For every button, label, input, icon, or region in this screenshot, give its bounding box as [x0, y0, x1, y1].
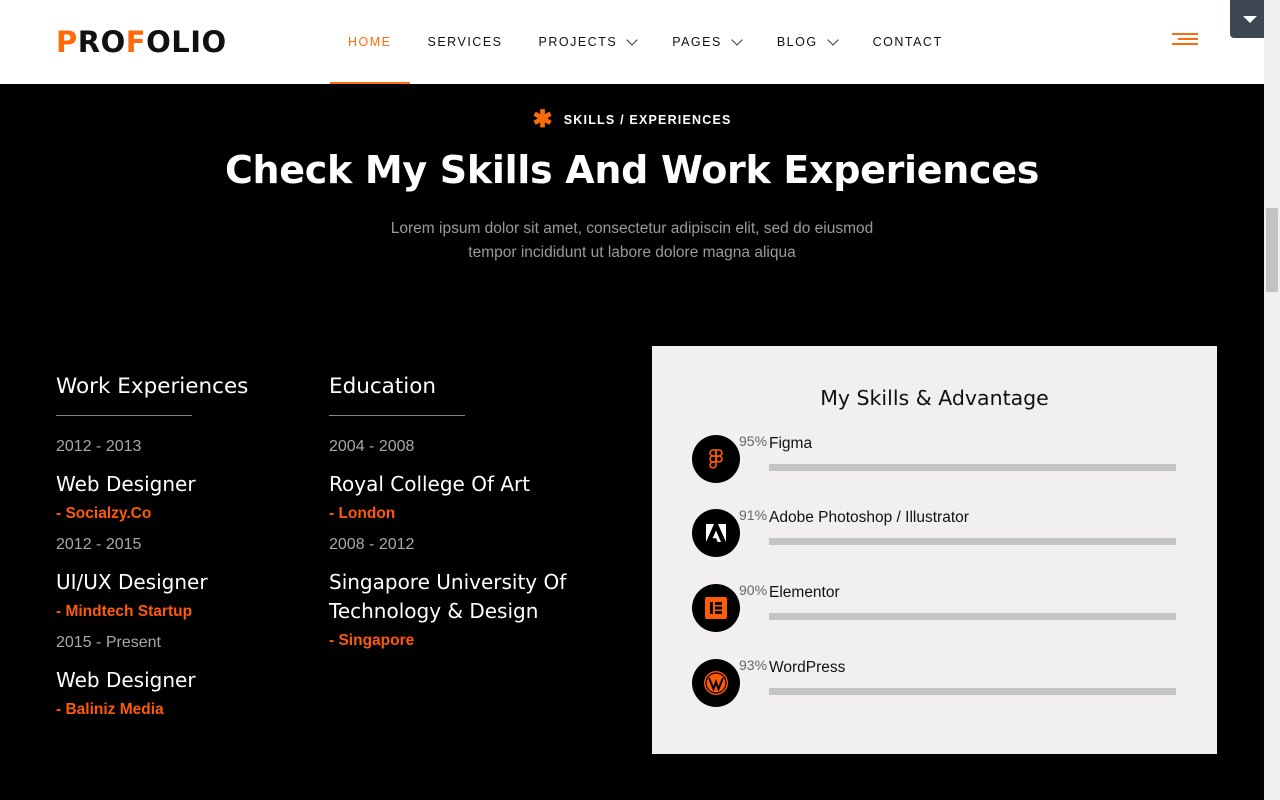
progress-bar	[769, 613, 1176, 620]
nav-pages[interactable]: PAGES	[654, 0, 759, 84]
progress-bar	[769, 464, 1176, 471]
chevron-down-icon	[826, 34, 839, 46]
section-subtitle: Lorem ipsum dolor sit amet, consectetur …	[390, 220, 874, 261]
list-item: 2012 - 2015 UI/UX Designer - Mindtech St…	[56, 536, 208, 620]
figma-icon	[692, 435, 740, 483]
nav-home[interactable]: HOME	[330, 0, 410, 84]
hamburger-menu-icon[interactable]	[1172, 32, 1200, 48]
work-heading: Work Experiences	[56, 374, 249, 399]
logo[interactable]: PROFOLIO	[56, 24, 227, 60]
scrollbar-thumb[interactable]	[1266, 208, 1278, 292]
progress-bar	[769, 688, 1176, 695]
asterisk-icon: ✱	[532, 106, 554, 133]
list-item: 2012 - 2013 Web Designer - Socialzy.Co	[56, 438, 196, 522]
nav-blog[interactable]: BLOG	[759, 0, 855, 84]
nav-contact[interactable]: CONTACT	[855, 0, 961, 84]
divider	[329, 415, 465, 416]
elementor-icon	[692, 584, 740, 632]
work-experiences: Work Experiences 2012 - 2013 Web Designe…	[56, 372, 316, 731]
main-nav: HOME SERVICES PROJECTS PAGES BLOG CONTAC…	[330, 0, 961, 84]
chevron-down-icon	[626, 34, 638, 46]
skills-heading: My Skills & Advantage	[820, 386, 1049, 410]
section-eyebrow: ✱ SKILLS / EXPERIENCES	[532, 106, 732, 133]
nav-services[interactable]: SERVICES	[410, 0, 521, 84]
skill-item: 93% WordPress	[692, 657, 1177, 719]
list-item: 2015 - Present Web Designer - Baliniz Me…	[56, 634, 196, 718]
list-item: 2008 - 2012 Singapore University Of Tech…	[329, 536, 567, 649]
education: Education 2004 - 2008 Royal College Of A…	[329, 372, 619, 662]
wordpress-icon	[692, 659, 740, 707]
education-heading: Education	[329, 374, 437, 399]
nav-projects[interactable]: PROJECTS	[521, 0, 655, 84]
list-item: 2004 - 2008 Royal College Of Art - Londo…	[329, 438, 531, 522]
scrollbar-track[interactable]	[1264, 0, 1280, 800]
skills-card: My Skills & Advantage 95% Figma 91% Adob…	[652, 346, 1217, 754]
progress-bar	[769, 538, 1176, 545]
skill-item: 91% Adobe Photoshop / Illustrator	[692, 507, 1177, 569]
divider	[56, 415, 192, 416]
site-header: PROFOLIO HOME SERVICES PROJECTS PAGES BL…	[0, 0, 1264, 84]
section-title: Check My Skills And Work Experiences	[224, 148, 1040, 192]
chevron-down-icon	[731, 34, 743, 46]
skill-item: 95% Figma	[692, 433, 1177, 495]
adobe-icon	[692, 509, 740, 557]
skill-item: 90% Elementor	[692, 582, 1177, 644]
